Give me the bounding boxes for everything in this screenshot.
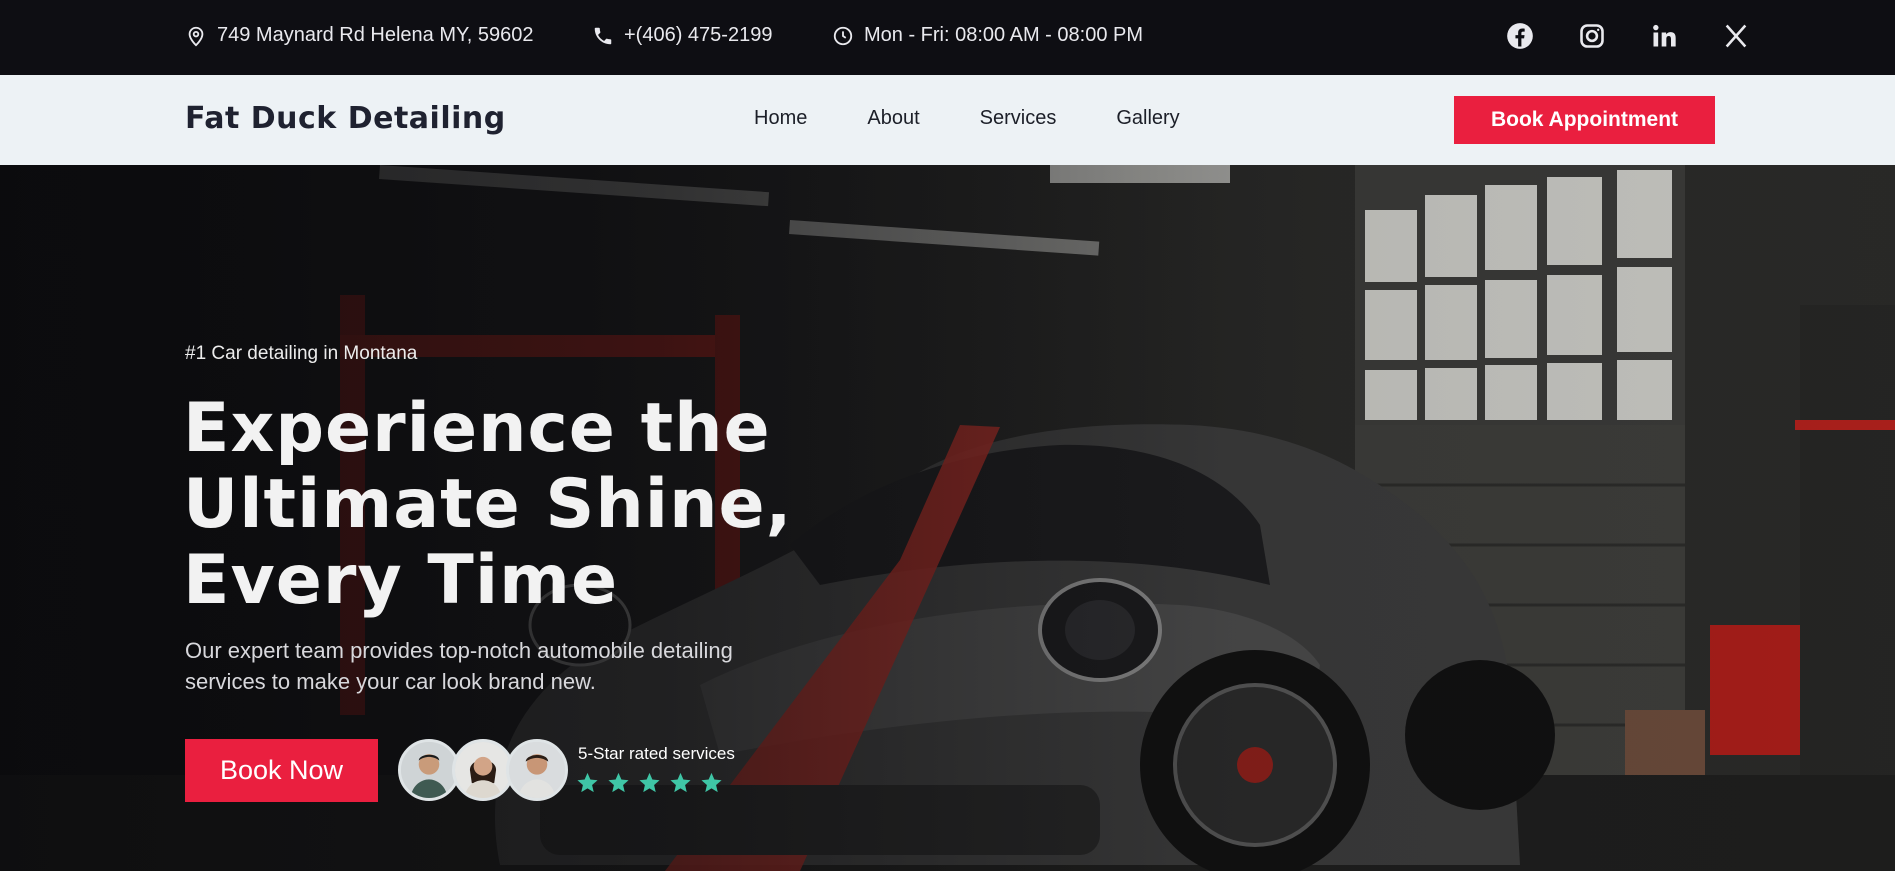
nav-item-services[interactable]: Services (980, 107, 1057, 130)
headline-line-3: Every Time (183, 541, 619, 620)
main-navigation: Fat Duck Detailing Home About Services G… (0, 75, 1895, 165)
facebook-icon[interactable] (1506, 22, 1534, 50)
avatar (452, 739, 514, 801)
phone-info[interactable]: +(406) 475-2199 (592, 24, 772, 47)
star-icon (639, 772, 660, 793)
hero-section: #1 Car detailing in Montana Experience t… (0, 165, 1895, 871)
customer-avatars (398, 739, 568, 801)
avatar (506, 739, 568, 801)
instagram-icon[interactable] (1578, 22, 1606, 50)
hero-headline: Experience the Ultimate Shine, Every Tim… (183, 391, 903, 619)
nav-item-about[interactable]: About (867, 107, 919, 130)
avatar (398, 739, 460, 801)
clock-icon (833, 26, 853, 45)
brand-logo[interactable]: Fat Duck Detailing (185, 101, 506, 136)
hours-text: Mon - Fri: 08:00 AM - 08:00 PM (864, 24, 1143, 46)
hero-subtitle: Our expert team provides top-notch autom… (185, 638, 733, 694)
star-icon (670, 772, 691, 793)
star-icon (577, 772, 598, 793)
nav-item-home[interactable]: Home (754, 107, 807, 130)
phone-text: +(406) 475-2199 (624, 24, 773, 46)
star-icon (701, 772, 722, 793)
book-appointment-button[interactable]: Book Appointment (1454, 96, 1715, 144)
star-icon (608, 772, 629, 793)
book-now-button[interactable]: Book Now (185, 739, 378, 802)
linkedin-icon[interactable] (1650, 22, 1678, 50)
nav-menu: Home About Services Gallery (754, 107, 1180, 130)
hours-info: Mon - Fri: 08:00 AM - 08:00 PM (832, 24, 1143, 47)
x-icon[interactable] (1722, 22, 1750, 50)
headline-line-2: Ultimate Shine, (183, 465, 793, 544)
nav-item-gallery[interactable]: Gallery (1116, 107, 1179, 130)
location-pin-icon (188, 26, 204, 46)
address-info: 749 Maynard Rd Helena MY, 59602 (185, 24, 534, 47)
rating-label: 5-Star rated services (578, 744, 735, 763)
address-text: 749 Maynard Rd Helena MY, 59602 (217, 24, 534, 46)
headline-line-1: Experience the (183, 389, 771, 468)
social-links (1506, 22, 1750, 50)
phone-icon (594, 27, 612, 44)
top-info-bar: 749 Maynard Rd Helena MY, 59602 +(406) 4… (0, 0, 1895, 75)
hero-eyebrow: #1 Car detailing in Montana (185, 343, 418, 364)
star-rating (576, 771, 723, 794)
